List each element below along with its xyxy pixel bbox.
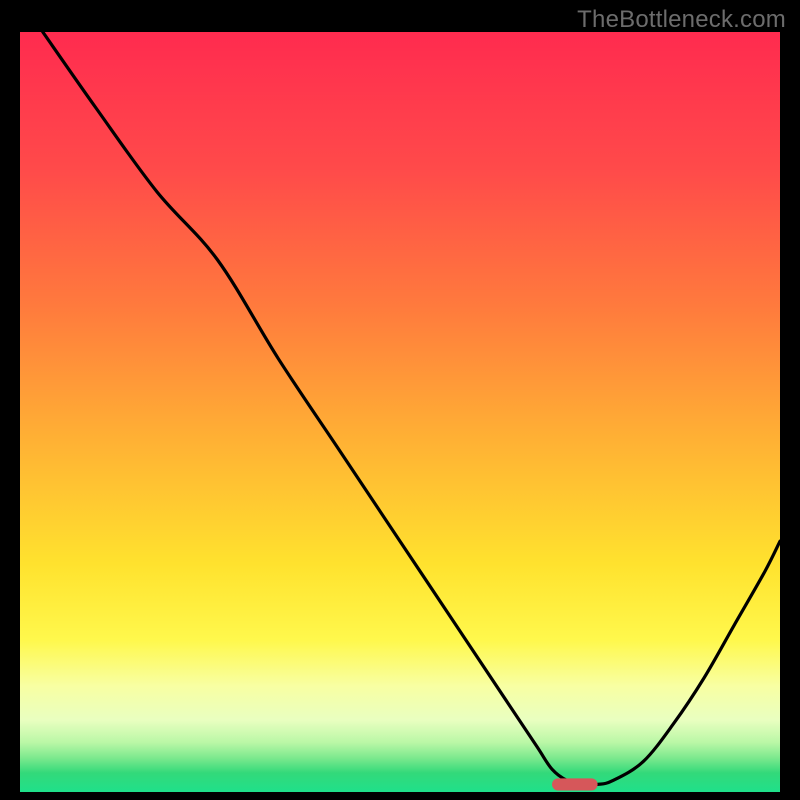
optimum-marker: [552, 778, 598, 790]
plot-area: [20, 32, 780, 792]
watermark-text: TheBottleneck.com: [577, 6, 786, 34]
chart-frame: TheBottleneck.com: [0, 0, 800, 800]
chart-svg: [20, 32, 780, 792]
gradient-background: [20, 32, 780, 792]
